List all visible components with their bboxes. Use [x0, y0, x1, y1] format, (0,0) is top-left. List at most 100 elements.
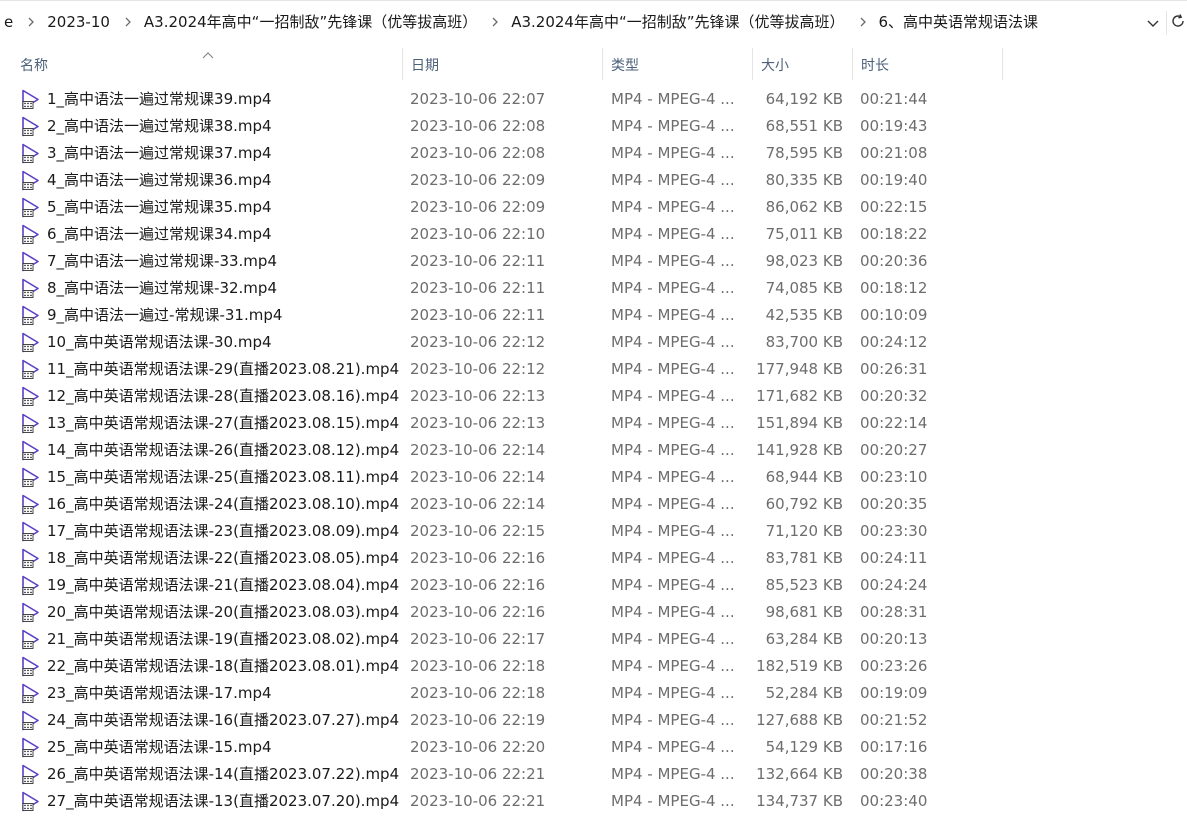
file-row[interactable]: 8_高中语法一遍过常规课-32.mp4 2023-10-06 22:11 MP4 -…: [0, 275, 1187, 302]
file-row[interactable]: 23_高中英语常规语法课-17.mp4 2023-10-06 22:18 MP4 -…: [0, 680, 1187, 707]
file-name-cell[interactable]: 7_高中语法一遍过常规课-33.mp4: [20, 248, 400, 275]
breadcrumb-item-current[interactable]: 6、高中英语常规语法课: [875, 8, 1043, 36]
column-name[interactable]: 名称: [12, 48, 403, 80]
file-date: 2023-10-06 22:14: [410, 468, 546, 486]
file-list: 1_高中语法一遍过常规课39.mp4 2023-10-06 22:07 MP4 - …: [0, 86, 1187, 815]
breadcrumb-item[interactable]: A3.2024年高中“一招制敌”先锋课（优等拔高班）: [507, 8, 848, 36]
file-name-cell[interactable]: 20_高中英语常规语法课-20(直播2023.08.03).mp4: [20, 599, 400, 626]
file-name-cell[interactable]: 15_高中英语常规语法课-25(直播2023.08.11).mp4: [20, 464, 400, 491]
file-name-cell[interactable]: 11_高中英语常规语法课-29(直播2023.08.21).mp4: [20, 356, 400, 383]
file-date: 2023-10-06 22:19: [410, 711, 546, 729]
file-name-cell[interactable]: 2_高中语法一遍过常规课38.mp4: [20, 113, 400, 140]
file-row[interactable]: 14_高中英语常规语法课-26(直播2023.08.12).mp4 2023-10…: [0, 437, 1187, 464]
file-row[interactable]: 10_高中英语常规语法课-30.mp4 2023-10-06 22:12 MP4 -…: [0, 329, 1187, 356]
video-file-icon: [20, 602, 41, 623]
column-date[interactable]: 日期: [403, 48, 603, 80]
file-date: 2023-10-06 22:18: [410, 684, 546, 702]
file-row[interactable]: 7_高中语法一遍过常规课-33.mp4 2023-10-06 22:11 MP4 -…: [0, 248, 1187, 275]
file-name-cell[interactable]: 16_高中英语常规语法课-24(直播2023.08.10).mp4: [20, 491, 400, 518]
video-file-icon: [20, 413, 41, 434]
video-file-icon: [20, 386, 41, 407]
file-name-cell[interactable]: 22_高中英语常规语法课-18(直播2023.08.01).mp4: [20, 653, 400, 680]
file-row[interactable]: 26_高中英语常规语法课-14(直播2023.07.22).mp4 2023-10…: [0, 761, 1187, 788]
file-row[interactable]: 9_高中语法一遍过-常规课-31.mp4 2023-10-06 22:11 MP4 …: [0, 302, 1187, 329]
column-type[interactable]: 类型: [603, 48, 753, 80]
address-dropdown-button[interactable]: [1140, 11, 1166, 35]
file-size: 86,062 KB: [765, 198, 843, 216]
file-type: MP4 - MPEG-4 ...: [611, 765, 735, 783]
file-name-cell[interactable]: 13_高中英语常规语法课-27(直播2023.08.15).mp4: [20, 410, 400, 437]
file-duration: 00:23:40: [860, 792, 928, 810]
file-duration: 00:18:12: [860, 279, 928, 297]
chevron-right-icon[interactable]: [114, 8, 140, 36]
file-date: 2023-10-06 22:14: [410, 495, 546, 513]
file-row[interactable]: 25_高中英语常规语法课-15.mp4 2023-10-06 22:20 MP4 -…: [0, 734, 1187, 761]
file-duration: 00:28:31: [860, 603, 928, 621]
file-name-cell[interactable]: 1_高中语法一遍过常规课39.mp4: [20, 86, 400, 113]
file-row[interactable]: 27_高中英语常规语法课-13(直播2023.07.20).mp4 2023-10…: [0, 788, 1187, 815]
file-name-cell[interactable]: 14_高中英语常规语法课-26(直播2023.08.12).mp4: [20, 437, 400, 464]
file-row[interactable]: 12_高中英语常规语法课-28(直播2023.08.16).mp4 2023-10…: [0, 383, 1187, 410]
video-file-icon: [20, 89, 41, 110]
file-name-cell[interactable]: 3_高中语法一遍过常规课37.mp4: [20, 140, 400, 167]
file-duration: 00:21:08: [860, 144, 928, 162]
file-duration: 00:19:09: [860, 684, 928, 702]
file-name-cell[interactable]: 5_高中语法一遍过常规课35.mp4: [20, 194, 400, 221]
file-name-cell[interactable]: 25_高中英语常规语法课-15.mp4: [20, 734, 400, 761]
file-row[interactable]: 18_高中英语常规语法课-22(直播2023.08.05).mp4 2023-10…: [0, 545, 1187, 572]
breadcrumb-item[interactable]: 2023-10: [43, 8, 114, 36]
chevron-right-icon[interactable]: [481, 8, 507, 36]
file-name: 11_高中英语常规语法课-29(直播2023.08.21).mp4: [47, 360, 400, 378]
file-size: 151,894 KB: [756, 414, 843, 432]
column-size[interactable]: 大小: [753, 48, 853, 80]
file-size: 68,551 KB: [765, 117, 843, 135]
breadcrumb: e 2023-10 A3.2024年高中“一招制敌”先锋课（优等拔高班） A3.…: [0, 8, 1145, 36]
file-row[interactable]: 1_高中语法一遍过常规课39.mp4 2023-10-06 22:07 MP4 - …: [0, 86, 1187, 113]
file-size: 98,681 KB: [765, 603, 843, 621]
file-name-cell[interactable]: 8_高中语法一遍过常规课-32.mp4: [20, 275, 400, 302]
file-row[interactable]: 19_高中英语常规语法课-21(直播2023.08.04).mp4 2023-10…: [0, 572, 1187, 599]
chevron-right-icon[interactable]: [17, 8, 43, 36]
file-name-cell[interactable]: 12_高中英语常规语法课-28(直播2023.08.16).mp4: [20, 383, 400, 410]
file-name-cell[interactable]: 23_高中英语常规语法课-17.mp4: [20, 680, 400, 707]
file-type: MP4 - MPEG-4 ...: [611, 306, 735, 324]
file-name: 10_高中英语常规语法课-30.mp4: [47, 333, 272, 351]
file-size: 75,011 KB: [765, 225, 843, 243]
file-row[interactable]: 5_高中语法一遍过常规课35.mp4 2023-10-06 22:09 MP4 - …: [0, 194, 1187, 221]
column-duration[interactable]: 时长: [853, 48, 1003, 80]
file-name-cell[interactable]: 18_高中英语常规语法课-22(直播2023.08.05).mp4: [20, 545, 400, 572]
breadcrumb-item[interactable]: e: [0, 8, 17, 36]
file-row[interactable]: 6_高中语法一遍过常规课34.mp4 2023-10-06 22:10 MP4 - …: [0, 221, 1187, 248]
file-date: 2023-10-06 22:11: [410, 279, 546, 297]
file-name-cell[interactable]: 10_高中英语常规语法课-30.mp4: [20, 329, 400, 356]
file-row[interactable]: 2_高中语法一遍过常规课38.mp4 2023-10-06 22:08 MP4 - …: [0, 113, 1187, 140]
file-name-cell[interactable]: 24_高中英语常规语法课-16(直播2023.07.27).mp4: [20, 707, 400, 734]
file-name: 24_高中英语常规语法课-16(直播2023.07.27).mp4: [47, 711, 400, 729]
file-row[interactable]: 22_高中英语常规语法课-18(直播2023.08.01).mp4 2023-10…: [0, 653, 1187, 680]
file-row[interactable]: 24_高中英语常规语法课-16(直播2023.07.27).mp4 2023-10…: [0, 707, 1187, 734]
file-row[interactable]: 20_高中英语常规语法课-20(直播2023.08.03).mp4 2023-10…: [0, 599, 1187, 626]
file-row[interactable]: 4_高中语法一遍过常规课36.mp4 2023-10-06 22:09 MP4 - …: [0, 167, 1187, 194]
file-name-cell[interactable]: 26_高中英语常规语法课-14(直播2023.07.22).mp4: [20, 761, 400, 788]
file-name-cell[interactable]: 6_高中语法一遍过常规课34.mp4: [20, 221, 400, 248]
file-name-cell[interactable]: 9_高中语法一遍过-常规课-31.mp4: [20, 302, 400, 329]
file-type: MP4 - MPEG-4 ...: [611, 603, 735, 621]
file-row[interactable]: 16_高中英语常规语法课-24(直播2023.08.10).mp4 2023-10…: [0, 491, 1187, 518]
file-row[interactable]: 11_高中英语常规语法课-29(直播2023.08.21).mp4 2023-10…: [0, 356, 1187, 383]
file-row[interactable]: 3_高中语法一遍过常规课37.mp4 2023-10-06 22:08 MP4 - …: [0, 140, 1187, 167]
file-size: 78,595 KB: [765, 144, 843, 162]
address-bar[interactable]: e 2023-10 A3.2024年高中“一招制敌”先锋课（优等拔高班） A3.…: [0, 0, 1187, 44]
file-name-cell[interactable]: 4_高中语法一遍过常规课36.mp4: [20, 167, 400, 194]
file-name-cell[interactable]: 17_高中英语常规语法课-23(直播2023.08.09).mp4: [20, 518, 400, 545]
refresh-button[interactable]: [1166, 11, 1187, 35]
file-row[interactable]: 15_高中英语常规语法课-25(直播2023.08.11).mp4 2023-10…: [0, 464, 1187, 491]
file-date: 2023-10-06 22:15: [410, 522, 546, 540]
file-name-cell[interactable]: 21_高中英语常规语法课-19(直播2023.08.02).mp4: [20, 626, 400, 653]
chevron-right-icon[interactable]: [849, 8, 875, 36]
file-row[interactable]: 21_高中英语常规语法课-19(直播2023.08.02).mp4 2023-10…: [0, 626, 1187, 653]
file-row[interactable]: 13_高中英语常规语法课-27(直播2023.08.15).mp4 2023-10…: [0, 410, 1187, 437]
breadcrumb-item[interactable]: A3.2024年高中“一招制敌”先锋课（优等拔高班）: [140, 8, 481, 36]
file-row[interactable]: 17_高中英语常规语法课-23(直播2023.08.09).mp4 2023-10…: [0, 518, 1187, 545]
file-name-cell[interactable]: 19_高中英语常规语法课-21(直播2023.08.04).mp4: [20, 572, 400, 599]
file-name-cell[interactable]: 27_高中英语常规语法课-13(直播2023.07.20).mp4: [20, 788, 400, 815]
